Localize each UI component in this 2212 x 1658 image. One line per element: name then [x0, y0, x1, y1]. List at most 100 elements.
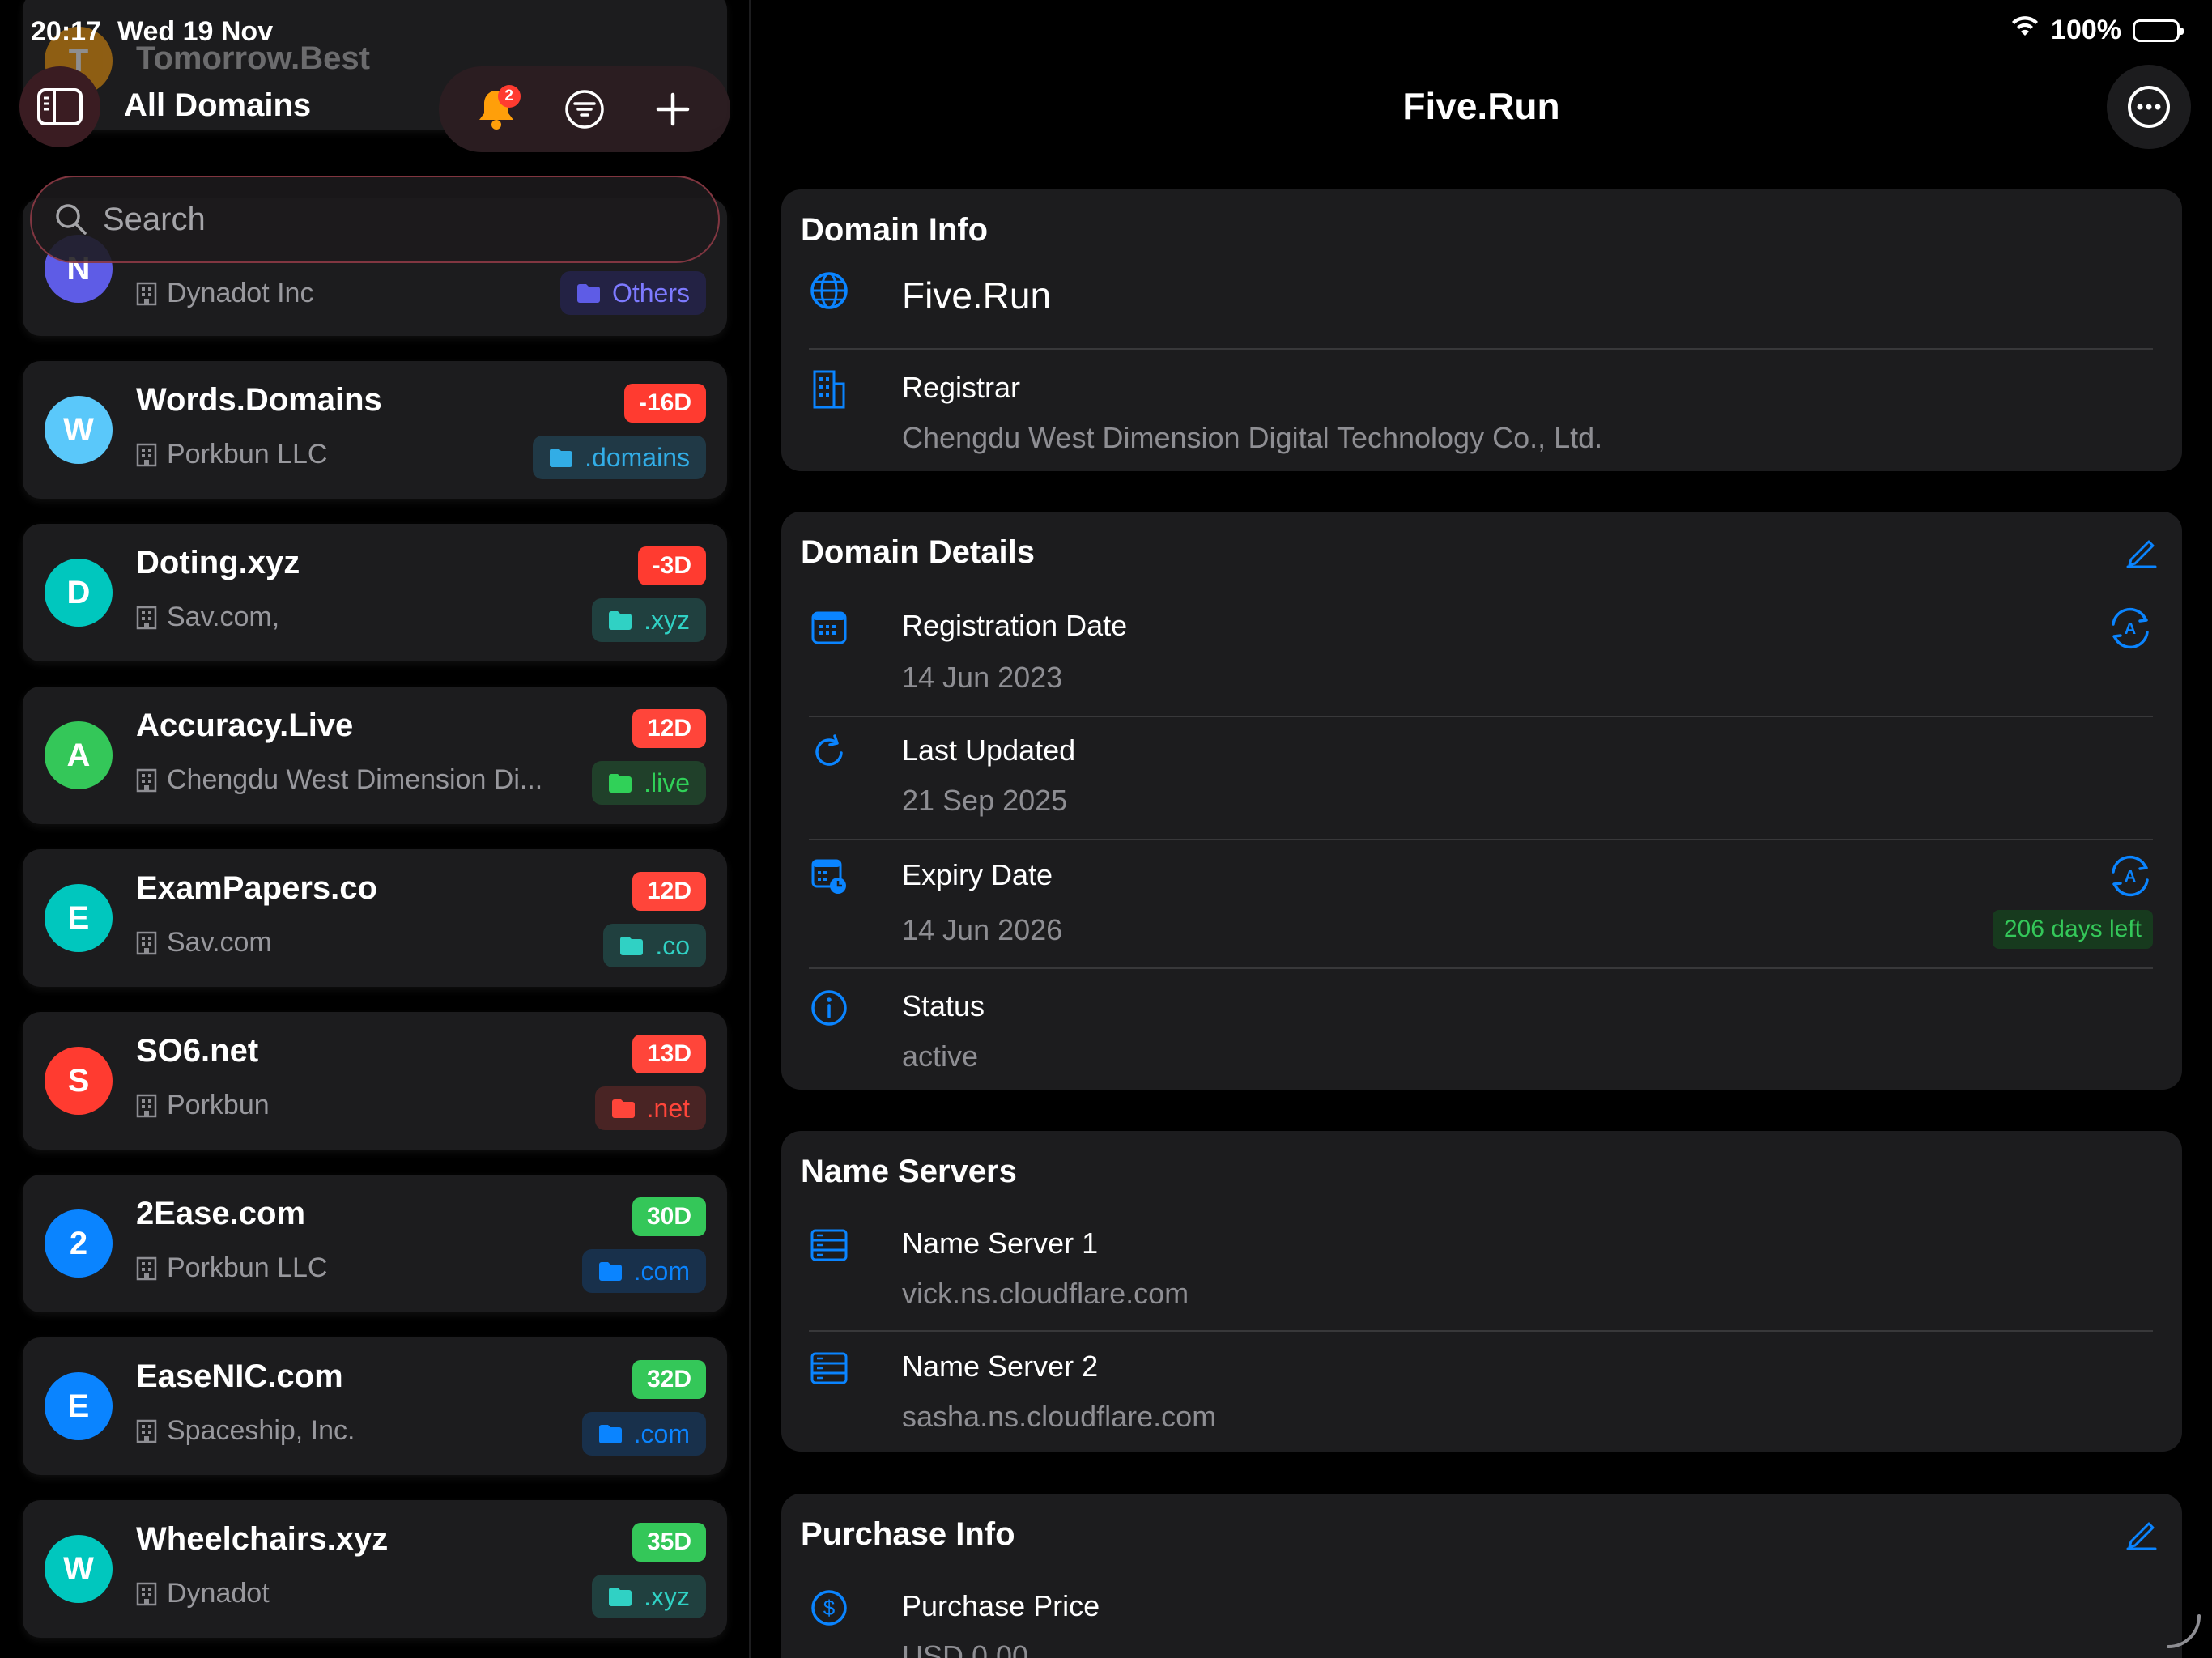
refresh-icon: [809, 732, 849, 772]
building-icon: [809, 369, 849, 410]
scroll-indicator-icon: [2167, 1614, 2201, 1648]
days-left-badge: 206 days left: [1992, 910, 2153, 949]
days-badge: -16D: [623, 384, 706, 423]
domain-avatar: S: [45, 1047, 113, 1115]
tld-tag[interactable]: .xyz: [592, 1575, 706, 1618]
domain-name: Doting.xyz: [136, 545, 300, 580]
tag-text: .xyz: [644, 1581, 690, 1611]
domain-name: 2Ease.com: [136, 1196, 306, 1231]
name-server-1-value: vick.ns.cloudflare.com: [902, 1277, 1189, 1310]
domain-registrar: Sav.com,: [136, 602, 279, 633]
domain-registrar: Porkbun: [136, 1090, 270, 1121]
folder-icon: [550, 449, 573, 467]
domain-avatar: E: [45, 884, 113, 952]
domain-card[interactable]: S SO6.net Porkbun 13D .net: [23, 1012, 727, 1150]
domain-avatar: W: [45, 396, 113, 464]
domain-info-section: Domain Info Five.Run Registrar Chengdu W…: [781, 189, 2182, 471]
dollar-circle-icon: $: [809, 1588, 849, 1628]
page-title: Five.Run: [1402, 85, 1560, 127]
domain-avatar: W: [45, 1535, 113, 1603]
sidebar-toggle-button[interactable]: [19, 66, 100, 147]
add-domain-button[interactable]: [649, 85, 697, 134]
days-badge: 13D: [632, 1035, 706, 1073]
domain-card[interactable]: W Wheelchairs.xyz Dynadot 35D .xyz: [23, 1500, 727, 1638]
tld-tag[interactable]: .xyz: [592, 598, 706, 642]
registrar-text: Porkbun LLC: [167, 439, 328, 470]
battery-percent: 100%: [2051, 15, 2121, 45]
purchase-info-section: Purchase Info $ Purchase Price USD 0.00: [781, 1494, 2182, 1658]
section-title: Name Servers: [801, 1154, 1017, 1189]
sidebar-icon: [37, 88, 83, 125]
domain-avatar: D: [45, 559, 113, 627]
tld-tag[interactable]: Others: [559, 271, 706, 315]
days-badge: -3D: [637, 546, 706, 585]
building-icon: [136, 1094, 157, 1117]
search-input[interactable]: [103, 201, 670, 238]
tag-text: .com: [633, 1418, 690, 1448]
filter-button[interactable]: [560, 85, 609, 134]
name-server-2-value: sasha.ns.cloudflare.com: [902, 1400, 1217, 1433]
domain-name: EaseNIC.com: [136, 1358, 343, 1394]
section-title: Domain Details: [801, 534, 1035, 570]
domain-card[interactable]: 2 2Ease.com Porkbun LLC 30D .com: [23, 1175, 727, 1312]
more-options-button[interactable]: [2107, 65, 2191, 149]
folder-icon: [611, 1099, 635, 1118]
auto-fetch-button[interactable]: A: [2106, 604, 2155, 653]
domain-card[interactable]: E EaseNIC.com Spaceship, Inc. 32D .com: [23, 1337, 727, 1475]
info-icon: [809, 988, 849, 1028]
days-badge: 12D: [632, 872, 706, 911]
filter-icon: [565, 90, 604, 129]
domain-card[interactable]: E ExamPapers.co Sav.com 12D .co: [23, 849, 727, 987]
sidebar-header: All Domains 2: [0, 63, 749, 162]
domain-card[interactable]: D Doting.xyz Sav.com, -3D .xyz: [23, 524, 727, 661]
expiry-date-label: Expiry Date: [902, 858, 1053, 891]
status-time: 20:17: [31, 16, 101, 47]
domain-avatar: E: [45, 1372, 113, 1440]
registrar-text: Porkbun: [167, 1090, 270, 1120]
auto-refresh-icon: A: [2112, 607, 2149, 649]
building-icon: [136, 931, 157, 954]
building-icon: [136, 282, 157, 305]
domain-name: Wheelchairs.xyz: [136, 1521, 389, 1557]
tag-text: .xyz: [644, 605, 690, 635]
notifications-button[interactable]: 2: [472, 85, 521, 134]
registrar-text: Dynadot: [167, 1578, 270, 1609]
edit-details-button[interactable]: [2122, 533, 2161, 572]
domain-details-section: Domain Details Registration Date 14 Jun …: [781, 512, 2182, 1090]
server-icon: [809, 1225, 849, 1265]
auto-fetch-expiry-button[interactable]: A: [2106, 852, 2155, 900]
search-bar[interactable]: [30, 176, 720, 263]
domain-card[interactable]: W Words.Domains Porkbun LLC -16D .domain…: [23, 361, 727, 499]
tag-text: .co: [655, 930, 690, 960]
status-bar: 20:17 Wed 19 Nov 100%: [0, 0, 2212, 63]
registrar-text: Chengdu West Dimension Di...: [167, 764, 543, 795]
tld-tag[interactable]: .domains: [533, 436, 706, 479]
domain-name: Words.Domains: [136, 382, 382, 418]
registrar-label: Registrar: [902, 371, 1021, 404]
tld-tag[interactable]: .net: [594, 1086, 706, 1130]
globe-icon: [809, 270, 849, 311]
tld-tag[interactable]: .live: [592, 761, 706, 805]
domain-registrar: Chengdu West Dimension Di...: [136, 764, 542, 796]
svg-text:$: $: [823, 1596, 836, 1620]
tld-tag[interactable]: .co: [603, 924, 706, 967]
edit-purchase-button[interactable]: [2122, 1515, 2161, 1554]
section-title: Domain Info: [801, 212, 989, 248]
status-label: Status: [902, 989, 985, 1022]
tld-tag[interactable]: .com: [581, 1412, 706, 1456]
tld-tag[interactable]: .com: [581, 1249, 706, 1293]
name-server-2-label: Name Server 2: [902, 1350, 1099, 1383]
search-icon: [56, 204, 87, 235]
registrar-text: Spaceship, Inc.: [167, 1415, 355, 1446]
domain-name: SO6.net: [136, 1033, 259, 1069]
pencil-icon: [2126, 1522, 2157, 1550]
folder-icon: [609, 611, 632, 630]
purchase-price-label: Purchase Price: [902, 1589, 1100, 1622]
domain-name: Accuracy.Live: [136, 708, 354, 743]
registrar-text: Sav.com,: [167, 602, 280, 632]
days-badge: 35D: [632, 1523, 706, 1562]
pencil-icon: [2126, 540, 2157, 568]
domain-card[interactable]: A Accuracy.Live Chengdu West Dimension D…: [23, 687, 727, 824]
days-badge: 32D: [632, 1360, 706, 1399]
building-icon: [136, 768, 157, 792]
